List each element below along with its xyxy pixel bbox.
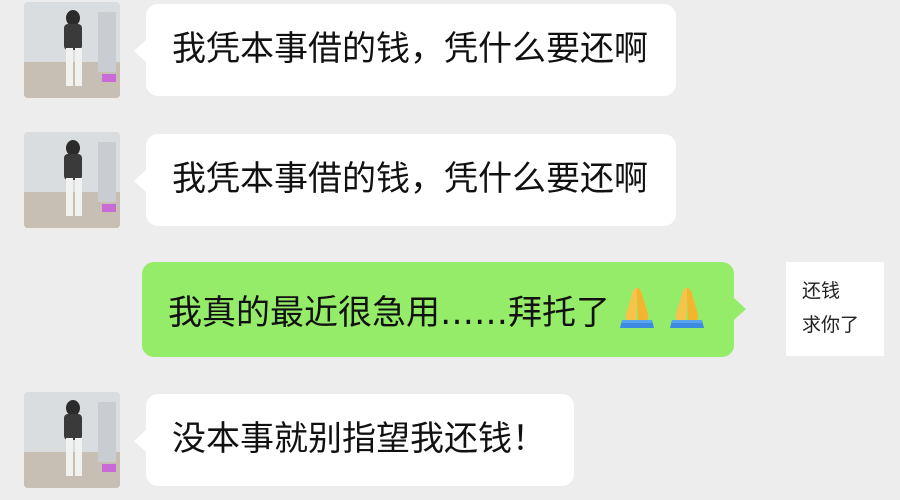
incoming-message-bubble[interactable]: 我凭本事借的钱，凭什么要还啊 [134, 4, 676, 96]
avatar-person-icon [24, 2, 120, 98]
folded-hands-icon [614, 284, 660, 330]
avatar-person-icon [24, 132, 120, 228]
incoming-message-bubble[interactable]: 我凭本事借的钱，凭什么要还啊 [134, 134, 676, 226]
folded-hands-icon [664, 284, 710, 330]
avatar-person-icon [24, 392, 120, 488]
contact-avatar[interactable] [24, 132, 120, 228]
side-caption-line1: 还钱 [802, 280, 841, 302]
outgoing-message-text: 我真的最近很急用……拜托了 [168, 293, 610, 333]
contact-avatar[interactable] [24, 2, 120, 98]
side-caption-label: 还钱 求你了 [786, 262, 884, 356]
outgoing-message-bubble[interactable]: 我真的最近很急用……拜托了 [142, 262, 746, 357]
chat-conversation: 我凭本事借的钱，凭什么要还啊 我凭本事借的钱，凭什么要还啊 我真的最近很急用……… [0, 0, 900, 500]
contact-avatar[interactable] [24, 392, 120, 488]
side-caption-line2: 求你了 [802, 314, 860, 336]
incoming-message-bubble[interactable]: 没本事就别指望我还钱！ [134, 394, 574, 486]
